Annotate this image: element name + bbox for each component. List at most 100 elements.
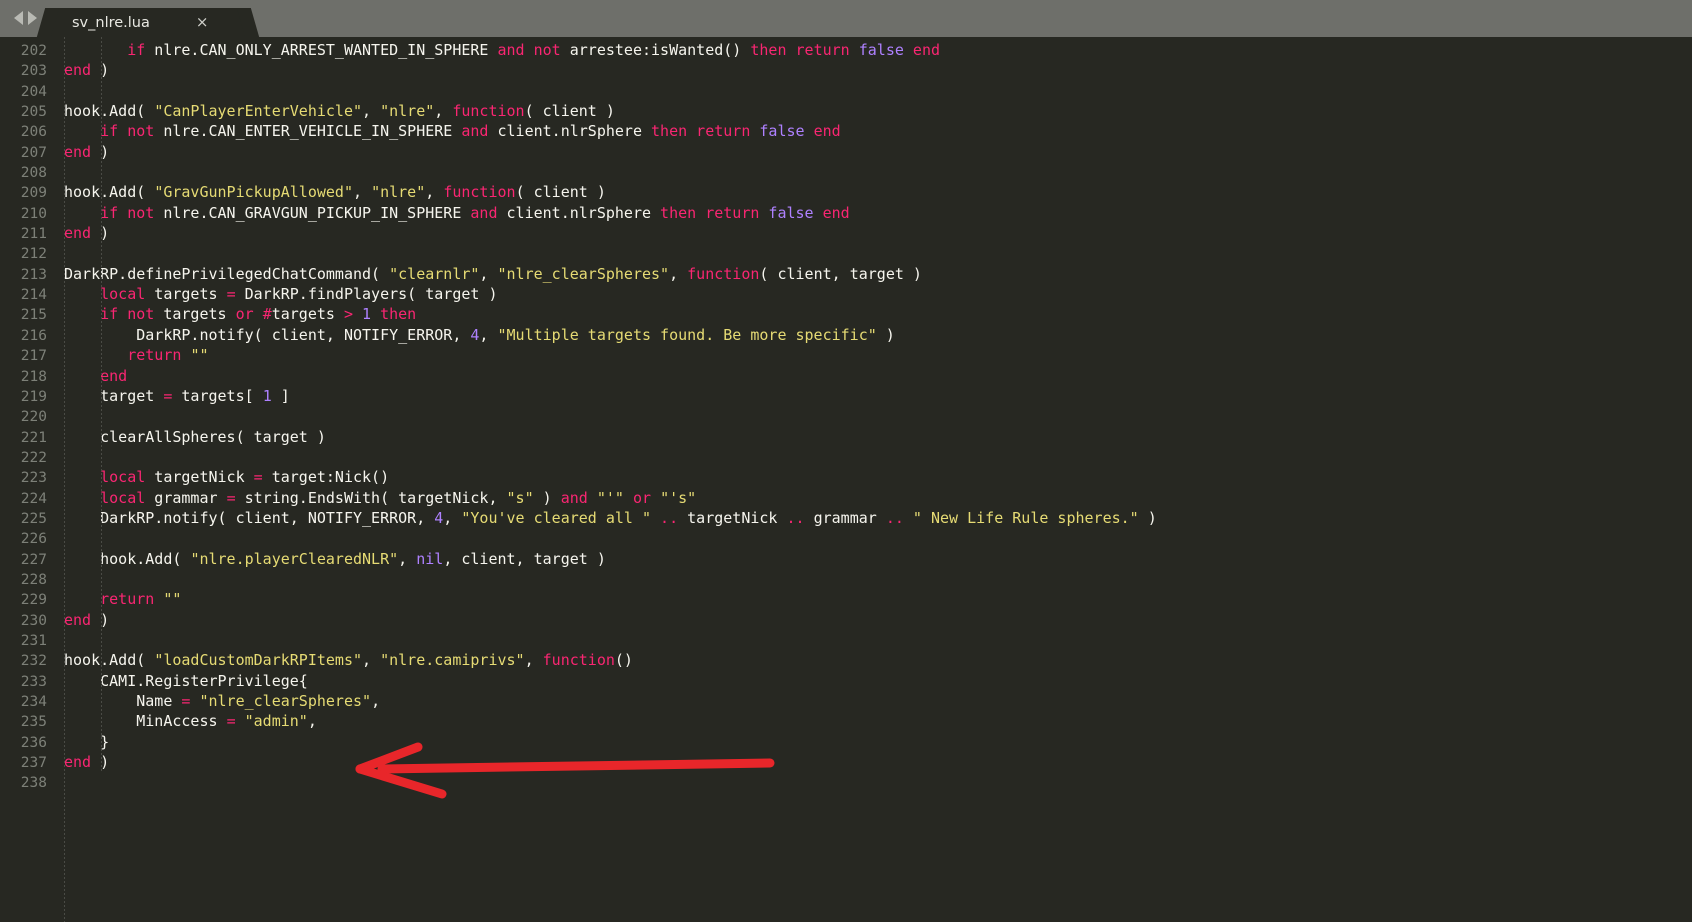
token-op: > <box>343 305 353 324</box>
token-op: = <box>226 712 236 731</box>
line-number: 225 <box>20 510 47 527</box>
line-number: 208 <box>20 165 47 182</box>
token-kw: end <box>64 61 92 80</box>
line-number: 202 <box>20 43 47 59</box>
code-line: 215 if not targets or #targets > 1 then <box>0 304 1692 324</box>
token-str: "nlre" <box>380 102 435 121</box>
code-line-source: local grammar = string.EndsWith( targetN… <box>64 489 696 507</box>
token-kw: if <box>100 305 119 324</box>
code-line-source: hook.Add( "GravGunPickupAllowed", "nlre"… <box>64 183 606 201</box>
line-number: 206 <box>20 124 47 141</box>
token-plain: DarkRP.findPlayers( target ) <box>235 285 498 304</box>
line-number: 213 <box>20 266 47 283</box>
token-kw: return <box>100 590 155 609</box>
line-number: 228 <box>20 571 47 588</box>
triangle-right-icon[interactable] <box>28 11 37 25</box>
token-num: 4 <box>434 508 444 527</box>
code-editor-pane[interactable]: 202 if nlre.CAN_ONLY_ARREST_WANTED_IN_SP… <box>0 37 1692 922</box>
token-plain: grammar <box>804 508 886 527</box>
code-line-source: if nlre.CAN_ONLY_ARREST_WANTED_IN_SPHERE… <box>64 41 940 59</box>
token-kw: if <box>100 203 119 222</box>
token-op: .. <box>885 508 904 527</box>
code-line-source: end ) <box>64 753 109 771</box>
token-kw: return <box>705 203 760 222</box>
code-line-source: end <box>64 367 127 385</box>
token-plain: targets[ <box>172 386 263 405</box>
token-plain: DarkRP.notify( client, NOTIFY_ERROR, <box>64 325 471 344</box>
token-plain: nlre.CAN_ONLY_ARREST_WANTED_IN_SPHERE <box>145 41 498 59</box>
close-icon[interactable]: × <box>196 15 209 30</box>
token-plain: , <box>669 264 688 283</box>
token-const: nil <box>416 549 444 568</box>
token-plain: hook.Add( <box>64 651 155 670</box>
token-kw: and <box>470 203 498 222</box>
token-plain: ) <box>876 325 895 344</box>
token-kw: end <box>912 41 941 59</box>
token-kw: then <box>651 122 688 141</box>
code-line: 214 local targets = DarkRP.findPlayers( … <box>0 284 1692 304</box>
code-line: 227 hook.Add( "nlre.playerClearedNLR", n… <box>0 549 1692 569</box>
code-line-source: clearAllSpheres( target ) <box>64 428 326 446</box>
token-kw: end <box>100 366 128 385</box>
token-plain: , client, target ) <box>443 549 606 568</box>
token-op: = <box>253 468 263 487</box>
token-plain: target:Nick() <box>262 468 390 487</box>
line-number: 221 <box>20 429 47 446</box>
token-str: "nlre.camiprivs" <box>380 651 525 670</box>
token-const: false <box>858 41 904 59</box>
code-line: 224 local grammar = string.EndsWith( tar… <box>0 488 1692 508</box>
code-line: 236 } <box>0 732 1692 752</box>
code-line: 212 <box>0 243 1692 263</box>
token-plain: string.EndsWith( targetNick, <box>235 488 507 507</box>
indent-guide <box>101 37 102 773</box>
token-plain: client.nlrSphere <box>497 203 661 222</box>
triangle-left-icon[interactable] <box>14 11 23 25</box>
token-plain: ( client ) <box>524 102 615 121</box>
token-kw: end <box>64 610 92 629</box>
line-number: 231 <box>20 632 47 649</box>
token-kw: then <box>750 41 787 59</box>
code-line-source: hook.Add( "CanPlayerEnterVehicle", "nlre… <box>64 102 615 120</box>
token-kw: end <box>64 224 92 243</box>
code-line: 232 hook.Add( "loadCustomDarkRPItems", "n… <box>0 650 1692 670</box>
code-line: 231 <box>0 630 1692 650</box>
line-number: 224 <box>20 490 47 507</box>
token-const: false <box>759 122 805 141</box>
token-str: "loadCustomDarkRPItems" <box>154 651 363 670</box>
code-line-source: Name = "nlre_clearSpheres", <box>64 692 380 710</box>
token-kw: end <box>822 203 850 222</box>
line-number: 230 <box>20 612 47 629</box>
token-kw: and <box>497 41 525 59</box>
code-line: 202 if nlre.CAN_ONLY_ARREST_WANTED_IN_SP… <box>0 40 1692 60</box>
line-number: 220 <box>20 409 47 426</box>
editor-tab-sv-nlre-lua[interactable]: sv_nlre.lua × <box>50 8 246 37</box>
line-number: 209 <box>20 185 47 202</box>
token-plain: target <box>64 386 164 405</box>
code-line: 226 <box>0 528 1692 548</box>
token-kw: then <box>660 203 697 222</box>
token-kw: or <box>632 488 652 507</box>
line-number: 223 <box>20 470 47 487</box>
code-line: 230 end ) <box>0 610 1692 630</box>
token-kw: and <box>560 488 588 507</box>
code-line-source: end ) <box>64 611 109 629</box>
code-line-source: target = targets[ 1 ] <box>64 387 290 405</box>
token-kw: end <box>813 122 841 141</box>
code-line: 220 <box>0 406 1692 426</box>
token-plain: ] <box>271 386 290 405</box>
code-content[interactable]: 202 if nlre.CAN_ONLY_ARREST_WANTED_IN_SP… <box>0 37 1692 793</box>
token-str: "You've cleared all " <box>461 508 652 527</box>
code-line-source: end ) <box>64 143 109 161</box>
